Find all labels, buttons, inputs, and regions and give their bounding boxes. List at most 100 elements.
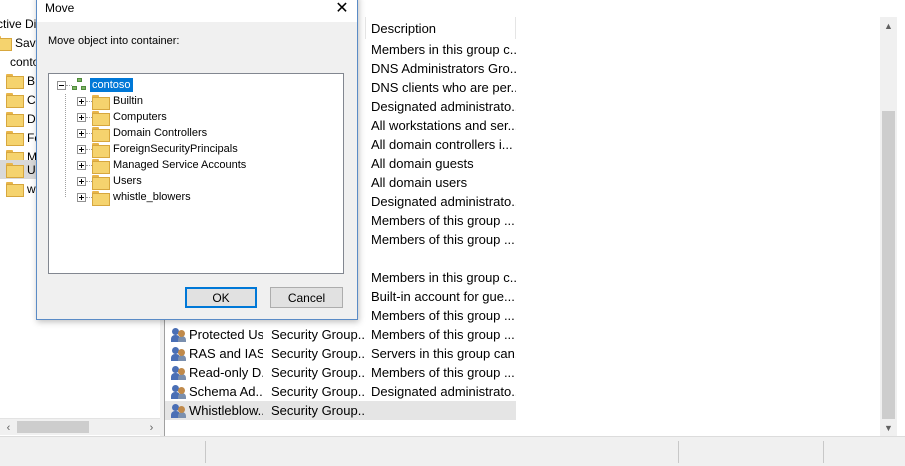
folder-icon (92, 142, 110, 158)
tree-node-child[interactable]: Builtin (77, 93, 145, 110)
folder-icon (92, 110, 110, 126)
collapse-icon[interactable] (57, 80, 66, 90)
scroll-right-icon[interactable]: › (143, 419, 160, 436)
tree-item-label: D (27, 111, 36, 126)
container-tree[interactable]: contoso Builtin Computers Domain Controlle… (48, 73, 344, 274)
folder-icon (6, 163, 24, 178)
cell-name: Read-only D... (165, 365, 263, 381)
table-row[interactable]: Read-only D... Security Group... Members o… (165, 363, 516, 382)
tree-node-child[interactable]: whistle_blowers (77, 189, 193, 206)
cell-description: All workstations and ser... (371, 118, 516, 133)
cell-description: Members of this group ... (371, 308, 515, 323)
folder-icon (92, 174, 110, 190)
tree-node-contoso[interactable]: contoso (57, 77, 133, 93)
cancel-button[interactable]: Cancel (270, 287, 343, 308)
cell-name: Schema Ad... (165, 384, 263, 400)
security-group-icon (171, 403, 187, 419)
security-group-icon (171, 346, 187, 362)
tree-node-child[interactable]: ForeignSecurityPrincipals (77, 141, 240, 158)
tree-node-label: ForeignSecurityPrincipals (113, 143, 238, 155)
folder-icon (6, 131, 24, 146)
cell-description: Designated administrato... (371, 99, 516, 114)
status-bar-divider (205, 441, 206, 463)
cell-description: Members of this group ... (371, 213, 515, 228)
cell-description: Designated administrato... (371, 384, 516, 399)
expand-icon[interactable] (77, 112, 86, 122)
expand-icon[interactable] (77, 192, 86, 202)
tree-connector-line (65, 94, 66, 197)
domain-icon (72, 78, 88, 92)
tree-item-label: conto (10, 54, 40, 69)
expand-icon[interactable] (77, 160, 86, 170)
cell-description: Members of this group ... (371, 232, 515, 247)
tree-node-label: Computers (113, 111, 167, 123)
table-row[interactable]: Whistleblow... Security Group... (165, 401, 516, 420)
scroll-left-icon[interactable]: ‹ (0, 419, 17, 436)
cell-name: Whistleblow... (165, 403, 263, 419)
tree-node-label: Users (113, 175, 142, 187)
expand-icon[interactable] (77, 96, 86, 106)
cell-name: Protected Us... (165, 327, 263, 343)
scrollbar-thumb[interactable] (17, 421, 89, 433)
tree-node-child[interactable]: Computers (77, 109, 169, 126)
folder-icon (6, 112, 24, 127)
dialog-title-bar[interactable]: Move ✕ (37, 0, 357, 22)
column-header-description[interactable]: Description (365, 17, 515, 39)
tree-node-child[interactable]: Users (77, 173, 144, 190)
tree-node-label: Builtin (113, 95, 143, 107)
cell-description: Members of this group ... (371, 365, 515, 380)
tree-item-label: C (27, 92, 36, 107)
cell-type: Security Group... (271, 403, 365, 418)
row-name-text: Whistleblow... (189, 403, 263, 418)
folder-icon (92, 190, 110, 206)
security-group-icon (171, 365, 187, 381)
column-separator[interactable] (515, 17, 516, 39)
row-name-text: Protected Us... (189, 327, 263, 342)
vertical-scrollbar[interactable]: ▲ ▼ (880, 17, 897, 436)
row-name-text: RAS and IAS ... (189, 346, 263, 361)
security-group-icon (171, 327, 187, 343)
horizontal-scrollbar[interactable]: ‹ › (0, 418, 160, 435)
cell-description: Built-in account for gue... (371, 289, 515, 304)
tree-item-label: U (27, 162, 36, 177)
scroll-up-icon[interactable]: ▲ (880, 17, 897, 34)
close-icon[interactable]: ✕ (331, 0, 353, 18)
status-bar (0, 436, 905, 466)
expand-icon[interactable] (77, 144, 86, 154)
table-row[interactable]: Protected Us... Security Group... Members … (165, 325, 516, 344)
ok-button[interactable]: OK (185, 287, 257, 308)
tree-node-label: contoso (90, 78, 133, 92)
table-row[interactable]: RAS and IAS ... Security Group... Servers … (165, 344, 516, 363)
tree-item-label: ctive Di (0, 16, 37, 31)
cell-description: Members in this group c... (371, 270, 516, 285)
folder-icon (92, 158, 110, 174)
row-name-text: Schema Ad... (189, 384, 263, 399)
dialog-title: Move (45, 1, 75, 15)
scrollbar-thumb[interactable] (882, 111, 895, 419)
cell-name: RAS and IAS ... (165, 346, 263, 362)
folder-icon (6, 74, 24, 89)
security-group-icon (171, 384, 187, 400)
folder-icon (6, 182, 24, 197)
cell-description: DNS clients who are per... (371, 80, 516, 95)
cell-type: Security Group... (271, 384, 365, 399)
table-row[interactable]: Schema Ad... Security Group... Designated … (165, 382, 516, 401)
expand-icon[interactable] (77, 176, 86, 186)
move-dialog[interactable]: Move ✕ Move object into container: conto… (36, 0, 358, 320)
tree-node-child[interactable]: Managed Service Accounts (77, 157, 248, 174)
folder-icon (0, 36, 12, 51)
tree-node-child[interactable]: Domain Controllers (77, 125, 209, 142)
row-name-text: Read-only D... (189, 365, 263, 380)
cell-description: All domain controllers i... (371, 137, 513, 152)
cell-description: Members of this group ... (371, 327, 515, 342)
tree-node-label: Domain Controllers (113, 127, 208, 139)
scroll-down-icon[interactable]: ▼ (880, 419, 897, 436)
cell-type: Security Group... (271, 327, 365, 342)
folder-icon (92, 126, 110, 142)
tree-node-label: Managed Service Accounts (113, 159, 247, 171)
cell-type: Security Group... (271, 346, 365, 361)
tree-item-label: B (27, 73, 36, 88)
expand-icon[interactable] (77, 128, 86, 138)
folder-icon (92, 94, 110, 110)
dialog-prompt: Move object into container: (48, 35, 180, 47)
